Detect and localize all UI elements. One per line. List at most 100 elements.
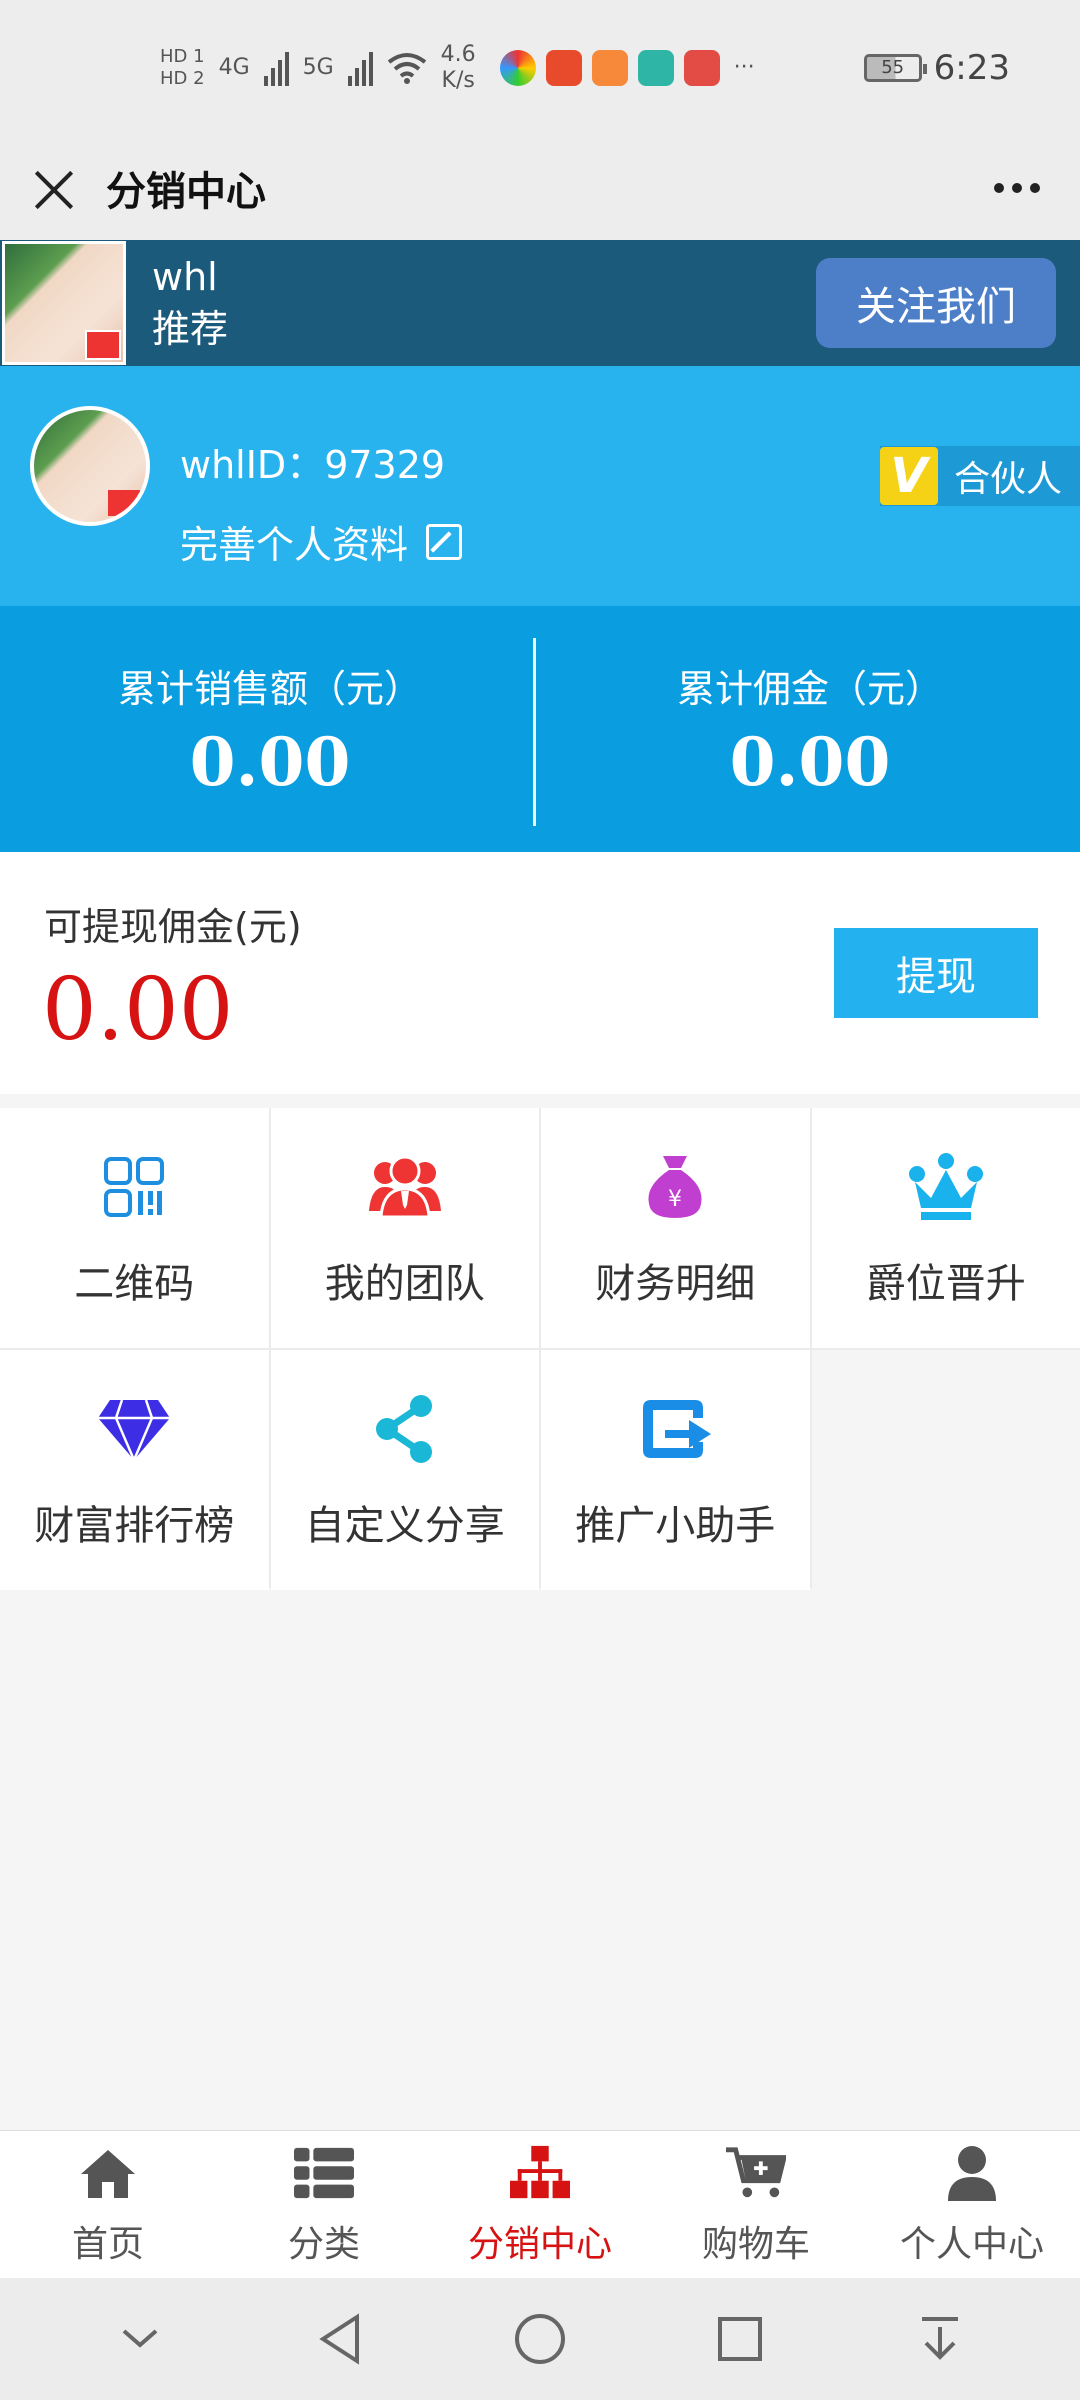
referrer-name: whl [152,255,218,299]
withdrawable-label: 可提现佣金(元) [44,905,302,949]
withdraw-button[interactable]: 提现 [834,928,1038,1018]
grid-label: 财富排行榜 [34,1503,235,1549]
hd1-label: HD 1 [160,45,205,67]
home-icon [78,2143,138,2203]
notification-pull-icon[interactable] [905,2304,975,2374]
collapse-icon[interactable] [105,2304,175,2374]
clock: 6:23 [933,47,1010,88]
nav-cart[interactable]: 购物车 [648,2131,864,2278]
grid-item-team[interactable]: 我的团队 [270,1108,539,1348]
promote-icon [635,1389,715,1469]
app-icon [591,49,628,86]
crown-icon [906,1147,986,1227]
team-icon [365,1147,445,1227]
nav-category[interactable]: 分类 [216,2131,432,2278]
wifi-icon [387,52,426,84]
grid-item-ranking[interactable]: 财富排行榜 [0,1350,269,1590]
list-icon [294,2143,354,2203]
notification-apps [499,49,720,86]
hd-indicator: HD 1 HD 2 [160,46,205,90]
total-sales-label: 累计销售额（元） [117,666,422,711]
nav-label: 分销中心 [467,2223,612,2265]
edit-icon [426,523,463,560]
grid-label: 财务明细 [595,1261,756,1307]
battery-icon: 55 [863,53,927,82]
page-title: 分销中心 [106,168,266,215]
qrcode-icon [94,1147,174,1227]
edit-profile-link[interactable]: 完善个人资料 [180,514,463,569]
grid-item-finance[interactable]: ¥ 财务明细 [541,1108,810,1348]
app-icon [499,49,536,86]
nav-home[interactable]: 首页 [0,2131,216,2278]
total-commission: 累计佣金（元） 0.00 [540,606,1080,852]
diamond-icon [94,1389,174,1469]
hd2-label: HD 2 [160,67,205,89]
app-icon [683,49,720,86]
nav-distribution[interactable]: 分销中心 [432,2131,648,2278]
status-right: 55 6:23 [863,47,1010,88]
nav-label: 购物车 [701,2223,810,2265]
title-bar: 分销中心 [0,135,1080,240]
app-icon [637,49,674,86]
total-commission-label: 累计佣金（元） [676,666,943,711]
signal-icon-2 [347,50,373,86]
home-circle-icon[interactable] [505,2304,575,2374]
battery-level: 55 [881,57,905,78]
grid-label: 二维码 [74,1261,195,1307]
partner-badge: V 合伙人 [879,446,1080,506]
user-icon [942,2143,1002,2203]
edit-profile-label: 完善个人资料 [180,523,409,567]
referrer-sub: 推荐 [152,307,229,351]
avatar[interactable] [30,406,150,526]
follow-us-button[interactable]: 关注我们 [816,258,1056,348]
nav-label: 首页 [71,2223,144,2265]
partner-label: 合伙人 [953,459,1062,500]
net2-label: 5G [302,55,334,80]
grid-empty-cell [811,1350,1080,1590]
nav-label: 分类 [287,2223,360,2265]
grid-item-share[interactable]: 自定义分享 [270,1350,539,1590]
money-bag-icon: ¥ [635,1147,715,1227]
total-commission-value: 0.00 [729,722,891,801]
app-icon [545,49,582,86]
totals-section: 累计销售额（元） 0.00 累计佣金（元） 0.00 [0,606,1080,852]
status-left: HD 1 HD 2 4G 5G 4.6 K/s ··· [160,42,755,94]
function-grid: 二维码 我的团队 ¥ 财务明细 爵位晋升 财富排行榜 自定义分享 推广小助手 [0,1108,1080,1590]
nav-profile[interactable]: 个人中心 [864,2131,1080,2278]
withdrawable-value: 0.00 [42,960,234,1060]
flag-icon [85,330,121,360]
divider [533,638,536,826]
bottom-nav: 首页 分类 分销中心 购物车 个人中心 [0,2130,1080,2278]
withdraw-section: 可提现佣金(元) 0.00 提现 [0,852,1080,1094]
referrer-avatar [2,241,126,365]
net1-label: 4G [218,55,250,80]
referrer-banner: whl 推荐 关注我们 [0,240,1080,366]
grid-item-qrcode[interactable]: 二维码 [0,1108,269,1348]
grid-item-assistant[interactable]: 推广小助手 [541,1350,810,1590]
signal-icon [263,50,289,86]
nav-label: 个人中心 [899,2223,1044,2265]
grid-item-promotion[interactable]: 爵位晋升 [811,1108,1080,1348]
more-notifications: ··· [733,55,755,80]
org-chart-icon [510,2143,570,2203]
close-icon[interactable] [30,165,76,211]
user-id: whlID：97329 [180,443,446,487]
total-sales-value: 0.00 [189,722,351,801]
back-icon[interactable] [305,2304,375,2374]
grid-label: 我的团队 [324,1261,485,1307]
system-nav-bar [0,2278,1080,2400]
status-bar: HD 1 HD 2 4G 5G 4.6 K/s ··· 55 6:23 [0,0,1080,135]
share-icon [365,1389,445,1469]
svg-text:¥: ¥ [668,1187,682,1212]
profile-section: whlID：97329 完善个人资料 V 合伙人 [0,366,1080,606]
referrer-info: whl 推荐 [152,251,228,355]
grid-label: 推广小助手 [575,1503,776,1549]
vip-icon: V [879,447,938,505]
total-sales: 累计销售额（元） 0.00 [0,606,540,852]
net-speed-unit: K/s [441,67,475,93]
grid-label: 爵位晋升 [865,1261,1026,1307]
more-menu-icon[interactable] [984,173,1050,203]
net-speed-value: 4.6 [440,41,476,67]
net-speed: 4.6 K/s [441,42,476,94]
recents-icon[interactable] [705,2304,775,2374]
